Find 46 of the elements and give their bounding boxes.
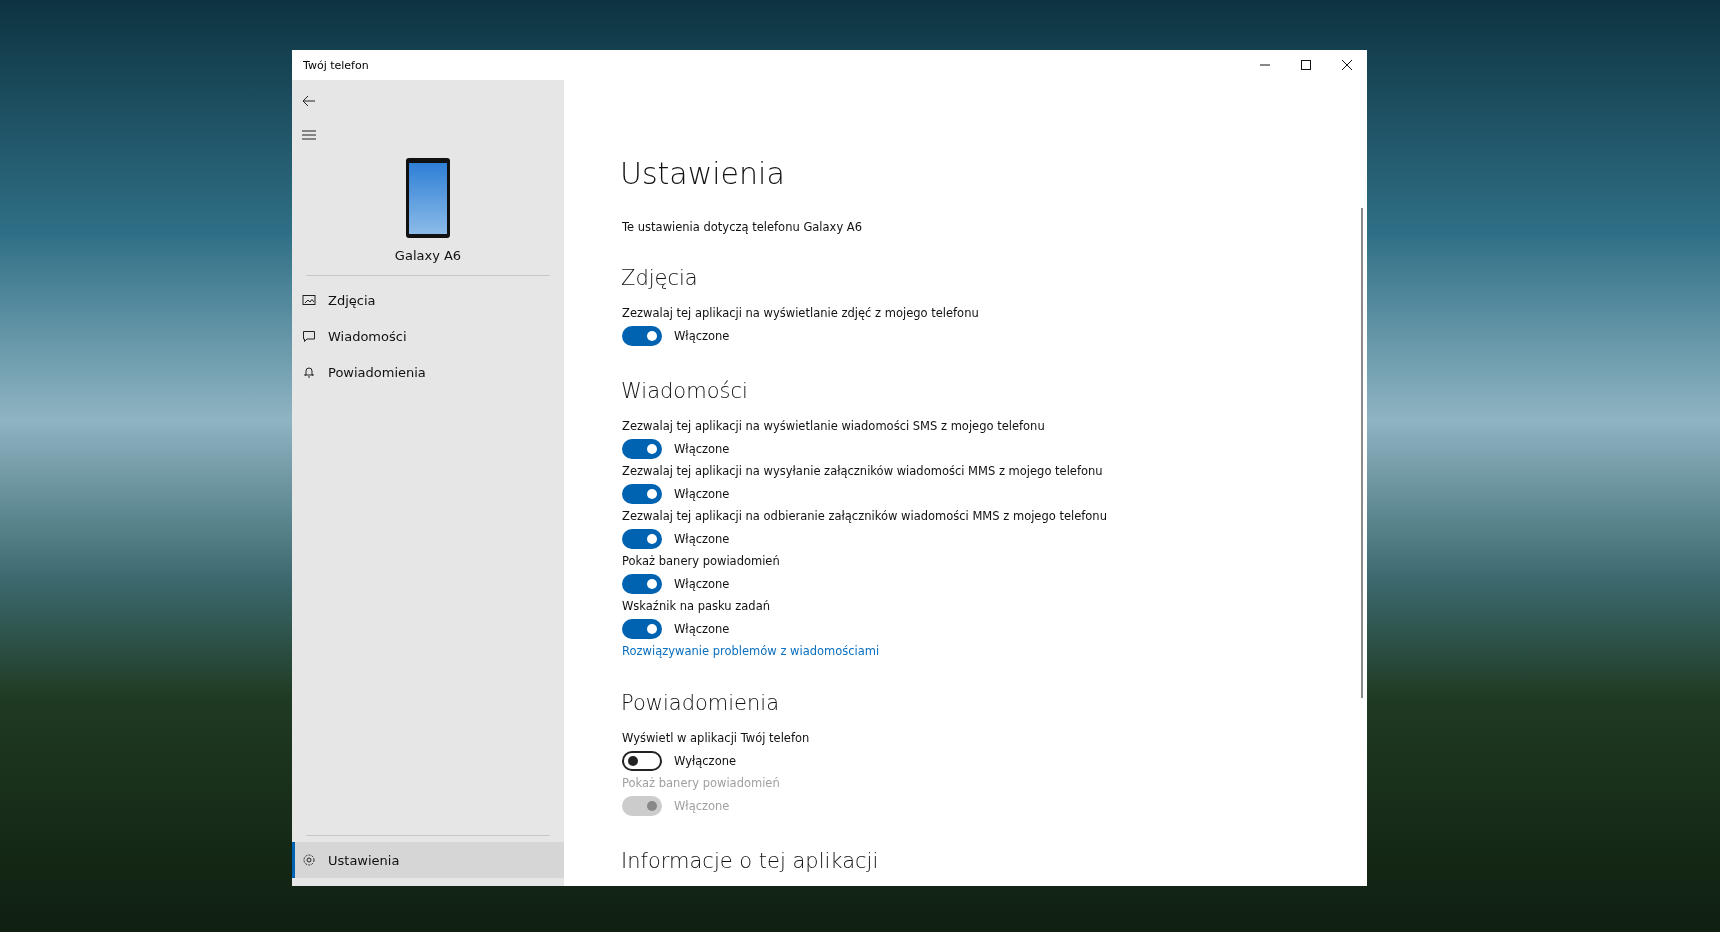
phone-icon	[406, 158, 450, 238]
window-title: Twój telefon	[303, 58, 369, 72]
nav-item[interactable]: Zdjęcia	[292, 282, 564, 318]
section-heading: Informacje o tej aplikacji	[621, 848, 880, 875]
setting-label: Zezwalaj tej aplikacji na wyświetlanie zdjęć z mojego telefonu	[622, 306, 980, 320]
bell-icon	[302, 365, 316, 379]
page-subtitle: Te ustawienia dotyczą telefonu Galaxy A6	[622, 220, 864, 234]
toggle-switch[interactable]	[622, 619, 662, 639]
toggle-state: Włączone	[674, 329, 730, 343]
photo-icon	[302, 293, 316, 307]
close-icon	[1341, 60, 1352, 70]
toggle-state: Włączone	[674, 487, 730, 501]
setting-label: Zezwalaj tej aplikacji na wyświetlanie wiadomości SMS z mojego telefonu	[622, 419, 1046, 433]
toggle-state: Włączone	[674, 622, 730, 636]
setting-label: Pokaż banery powiadomień	[622, 554, 781, 568]
nav-item[interactable]: Powiadomienia	[292, 354, 564, 390]
toggle-switch[interactable]	[622, 574, 662, 594]
setting-label: Zezwalaj tej aplikacji na wysyłanie załączników wiadomości MMS z mojego telefonu	[622, 464, 1104, 478]
nav-item[interactable]: Ustawienia	[292, 842, 564, 878]
back-arrow-icon	[302, 95, 316, 107]
toggle-state: Włączone	[674, 442, 730, 456]
page-title: Ustawienia	[620, 155, 786, 193]
toggle-switch[interactable]	[622, 326, 662, 346]
maximize-icon	[1300, 60, 1311, 70]
setting-label: Wyświetl w aplikacji Twój telefon	[622, 731, 811, 745]
toggle-switch[interactable]	[622, 751, 662, 771]
toggle-state: Włączone	[674, 532, 730, 546]
setting-label: Zezwalaj tej aplikacji na odbieranie załączników wiadomości MMS z mojego telefonu	[622, 509, 1108, 523]
device-name: Galaxy A6	[394, 248, 462, 263]
chat-bubble-icon	[302, 329, 316, 343]
section-heading: Zdjęcia	[621, 265, 699, 292]
nav-item[interactable]: Wiadomości	[292, 318, 564, 354]
section-heading: Powiadomienia	[621, 690, 781, 717]
scrollbar[interactable]	[1361, 208, 1363, 698]
setting-label: Wskaźnik na pasku zadań	[622, 599, 771, 613]
section-heading: Wiadomości	[621, 378, 749, 405]
toggle-state: Włączone	[674, 799, 730, 813]
toggle-switch[interactable]	[622, 439, 662, 459]
troubleshoot-link[interactable]: Rozwiązywanie problemów z wiadomościami	[622, 644, 880, 658]
settings-icon	[302, 853, 316, 867]
toggle-switch[interactable]	[622, 484, 662, 504]
setting-label: Pokaż banery powiadomień	[622, 776, 781, 790]
toggle-switch[interactable]	[622, 529, 662, 549]
menu-icon	[302, 130, 316, 140]
toggle-state: Wyłączone	[674, 754, 737, 768]
toggle-state: Włączone	[674, 577, 730, 591]
